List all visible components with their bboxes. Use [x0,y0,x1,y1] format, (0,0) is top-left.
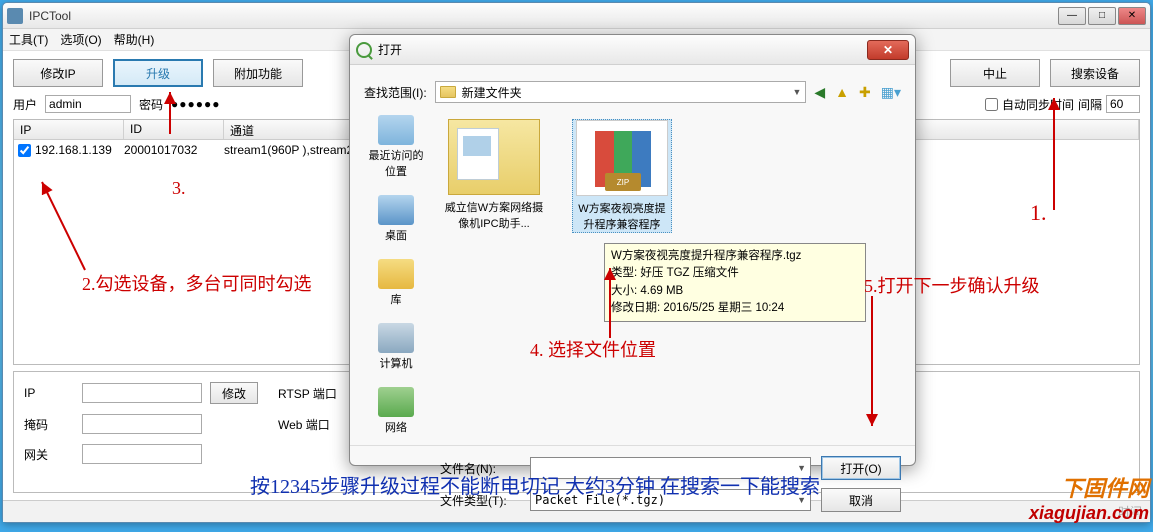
library-icon [378,259,414,289]
watermark: 下固件网 xiagujian.com [1029,471,1149,524]
desktop-icon [378,195,414,225]
back-icon[interactable]: ◀ [814,84,825,101]
place-recent[interactable]: 最近访问的位置 [364,115,428,179]
rtsp-label: RTSP 端口 [278,385,348,402]
folder-icon [440,86,456,98]
interval-input[interactable] [1106,95,1140,113]
mask-label: 掩码 [24,416,74,433]
file-item-archive[interactable]: ZIP W方案夜视亮度提升程序兼容程序 [572,119,672,233]
folder-thumb-icon [448,119,540,195]
addon-button[interactable]: 附加功能 [213,59,303,87]
file-item-folder[interactable]: 威立信W方案网络摄像机IPC助手... [444,119,544,233]
chevron-down-icon: ▼ [792,87,801,97]
search-device-button[interactable]: 搜索设备 [1050,59,1140,87]
col-ip[interactable]: IP [14,120,124,139]
place-recent-label: 最近访问的位置 [364,147,428,179]
file-tooltip: W方案夜视亮度提升程序兼容程序.tgz 类型: 好压 TGZ 压缩文件 大小: … [604,243,866,322]
app-icon [7,8,23,24]
auto-sync-checkbox[interactable] [985,98,998,111]
titlebar: IPCTool — □ ✕ [3,3,1150,29]
window-title: IPCTool [29,9,1058,23]
abort-button[interactable]: 中止 [950,59,1040,87]
modify-ip-button[interactable]: 修改IP [13,59,103,87]
close-button[interactable]: ✕ [1118,7,1146,25]
cancel-button[interactable]: 取消 [821,488,901,512]
interval-label: 间隔 [1078,96,1102,113]
cell-ip: 192.168.1.139 [35,143,112,157]
user-label: 用户 [13,96,37,113]
watermark-line2: xiagujian.com [1029,503,1149,524]
place-computer-label: 计算机 [380,355,413,371]
tooltip-line3: 大小: 4.69 MB [611,283,859,300]
magnifier-icon [356,42,372,58]
open-dialog: 打开 ✕ 查找范围(I): 新建文件夹 ▼ ◀ ▲ ✚ ▦▾ 最近访问的位置 桌… [349,34,916,466]
menu-options[interactable]: 选项(O) [60,31,101,48]
web-label: Web 端口 [278,416,348,433]
file-label-1: 威立信W方案网络摄像机IPC助手... [444,199,544,231]
look-in-label: 查找范围(I): [364,84,427,101]
place-network-label: 网络 [385,419,407,435]
recent-icon [378,115,414,145]
tooltip-line2: 类型: 好压 TGZ 压缩文件 [611,265,859,282]
place-library[interactable]: 库 [378,259,414,307]
watermark-line1: 下固件网 [1029,471,1149,503]
filename-label: 文件名(N): [440,460,520,477]
cell-id: 20001017032 [124,143,224,157]
mask-input[interactable] [82,414,202,434]
place-desktop[interactable]: 桌面 [378,195,414,243]
col-id[interactable]: ID [124,120,224,139]
ip-label: IP [24,386,74,400]
file-list[interactable]: 威立信W方案网络摄像机IPC助手... ZIP W方案夜视亮度提升程序兼容程序 … [438,115,901,435]
place-desktop-label: 桌面 [385,227,407,243]
places-bar: 最近访问的位置 桌面 库 计算机 网络 [364,115,428,435]
gateway-input[interactable] [82,444,202,464]
row-checkbox[interactable] [18,144,31,157]
view-mode-icon[interactable]: ▦▾ [881,84,901,101]
dialog-titlebar: 打开 ✕ [350,35,915,65]
password-label: 密码 [139,96,163,113]
place-library-label: 库 [391,291,402,307]
ip-input[interactable] [82,383,202,403]
modify-button[interactable]: 修改 [210,382,258,404]
gateway-label: 网关 [24,446,74,463]
chevron-down-icon: ▼ [797,495,806,505]
filetype-combo[interactable]: Packet File(*.tgz) ▼ [530,489,811,511]
tooltip-line1: W方案夜视亮度提升程序兼容程序.tgz [611,248,859,265]
dialog-close-button[interactable]: ✕ [867,40,909,60]
network-icon [378,387,414,417]
filename-input[interactable]: ▼ [530,457,811,479]
look-in-value: 新建文件夹 [462,84,522,101]
user-input[interactable] [45,95,131,113]
filetype-label: 文件类型(T): [440,492,520,509]
look-in-combo[interactable]: 新建文件夹 ▼ [435,81,807,103]
auto-sync-label: 自动同步时间 [1002,96,1074,113]
file-label-2: W方案夜视亮度提升程序兼容程序 [573,200,671,232]
open-button[interactable]: 打开(O) [821,456,901,480]
look-in-row: 查找范围(I): 新建文件夹 ▼ ◀ ▲ ✚ ▦▾ [350,65,915,115]
place-computer[interactable]: 计算机 [378,323,414,371]
up-icon[interactable]: ▲ [835,84,849,100]
maximize-button[interactable]: □ [1088,7,1116,25]
password-input[interactable]: ●●●●●● [171,97,251,111]
dialog-bottom: 文件名(N): ▼ 打开(O) 文件类型(T): Packet File(*.t… [350,445,915,524]
computer-icon [378,323,414,353]
archive-thumb-icon: ZIP [576,120,668,196]
dialog-title: 打开 [378,41,867,58]
upgrade-button[interactable]: 升级 [113,59,203,87]
tooltip-line4: 修改日期: 2016/5/25 星期三 10:24 [611,300,859,317]
minimize-button[interactable]: — [1058,7,1086,25]
menu-tools[interactable]: 工具(T) [9,31,48,48]
new-folder-icon[interactable]: ✚ [859,84,871,101]
filetype-value: Packet File(*.tgz) [535,493,665,507]
menu-help[interactable]: 帮助(H) [114,31,155,48]
place-network[interactable]: 网络 [378,387,414,435]
chevron-down-icon: ▼ [797,463,806,473]
